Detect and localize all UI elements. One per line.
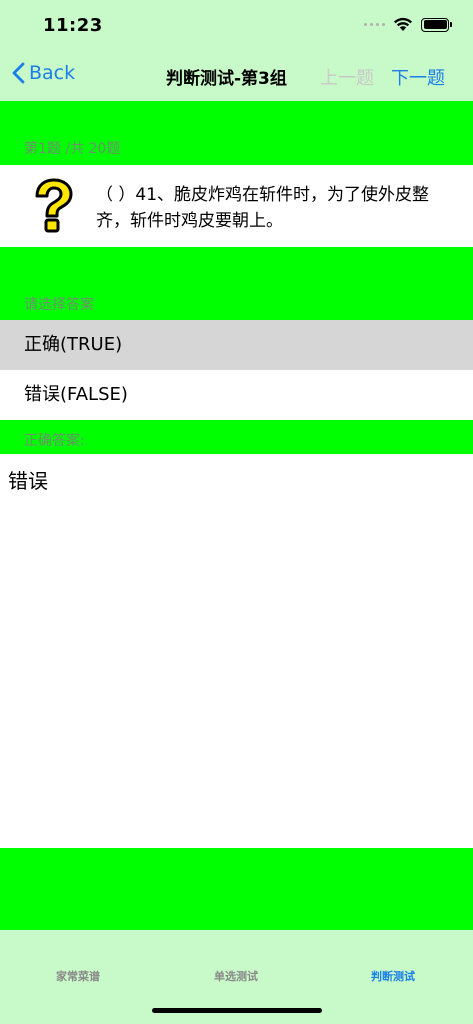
back-button[interactable]: Back xyxy=(12,62,75,84)
status-icons xyxy=(364,17,452,32)
question-mark-icon xyxy=(35,178,73,233)
battery-icon xyxy=(421,17,452,32)
status-bar: 11:23 xyxy=(0,0,473,50)
question-header-band: 第1题 /共 20题 xyxy=(0,101,473,165)
back-label: Back xyxy=(29,62,76,84)
bottom-band xyxy=(0,848,473,930)
correct-answer-value: 错误 xyxy=(8,469,48,493)
navigation-bar: Back 判断测试-第3组 上一题 下一题 xyxy=(0,50,473,101)
previous-question-button[interactable]: 上一题 xyxy=(320,64,374,90)
question-row: （ ）41、脆皮炸鸡在斩件时，为了使外皮整齐，斩件时鸡皮要朝上。 xyxy=(0,165,473,247)
chevron-left-icon xyxy=(12,62,25,84)
tab-single-choice-test[interactable]: 单选测试 xyxy=(186,968,286,984)
answer-options-band: 请选择答案 xyxy=(0,247,473,320)
home-indicator[interactable] xyxy=(152,1008,322,1013)
correct-answer-label: 正确答案: xyxy=(24,433,85,449)
tab-home-recipes[interactable]: 家常菜谱 xyxy=(28,968,128,984)
correct-answer-band: 正确答案: xyxy=(0,420,473,454)
tab-true-false-test[interactable]: 判断测试 xyxy=(343,968,443,984)
cellular-signal-icon xyxy=(364,23,385,26)
wifi-icon xyxy=(394,17,412,31)
choose-answer-label: 请选择答案 xyxy=(24,297,94,313)
question-text: （ ）41、脆皮炸鸡在斩件时，为了使外皮整齐，斩件时鸡皮要朝上。 xyxy=(96,185,430,231)
option-false[interactable]: 错误(FALSE) xyxy=(0,370,473,420)
question-counter: 第1题 /共 20题 xyxy=(24,141,121,157)
next-question-button[interactable]: 下一题 xyxy=(391,64,445,90)
page-title: 判断测试-第3组 xyxy=(166,69,287,89)
option-true[interactable]: 正确(TRUE) xyxy=(0,320,473,370)
status-time: 11:23 xyxy=(43,15,103,36)
